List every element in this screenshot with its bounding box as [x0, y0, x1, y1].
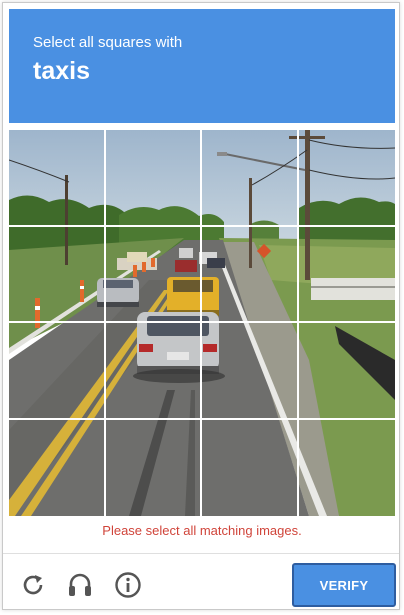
tile-r4-c4[interactable] [299, 420, 396, 517]
tile-r1-c2[interactable] [105, 130, 202, 227]
footer-divider [3, 553, 399, 554]
tile-r2-c1[interactable] [9, 226, 106, 323]
tile-r4-c2[interactable] [106, 419, 202, 516]
tile-r1-c1[interactable] [9, 130, 106, 227]
reload-icon[interactable] [18, 570, 48, 600]
challenge-instruction: Select all squares with [33, 34, 183, 51]
challenge-target: taxis [33, 57, 90, 85]
info-icon[interactable] [113, 570, 143, 600]
tile-grid [9, 130, 395, 516]
error-message: Please select all matching images. [102, 523, 302, 538]
tile-r2-c3[interactable] [202, 226, 299, 323]
tile-r1-c4[interactable] [298, 130, 395, 227]
tile-r2-c4[interactable] [298, 227, 395, 323]
tile-r4-c1[interactable] [9, 419, 106, 516]
challenge-header: Select all squares with taxis [9, 9, 395, 123]
tile-r3-c4[interactable] [298, 323, 395, 420]
verify-button[interactable]: VERIFY [292, 563, 396, 607]
tile-r4-c3[interactable] [202, 419, 299, 516]
tile-r3-c2[interactable] [105, 323, 202, 420]
tile-r3-c3[interactable] [202, 323, 299, 420]
tile-r1-c3[interactable] [202, 130, 299, 227]
tile-r2-c2[interactable] [105, 226, 202, 323]
tile-r3-c1[interactable] [9, 323, 106, 420]
audio-icon[interactable] [65, 570, 95, 600]
image-grid [9, 130, 395, 516]
